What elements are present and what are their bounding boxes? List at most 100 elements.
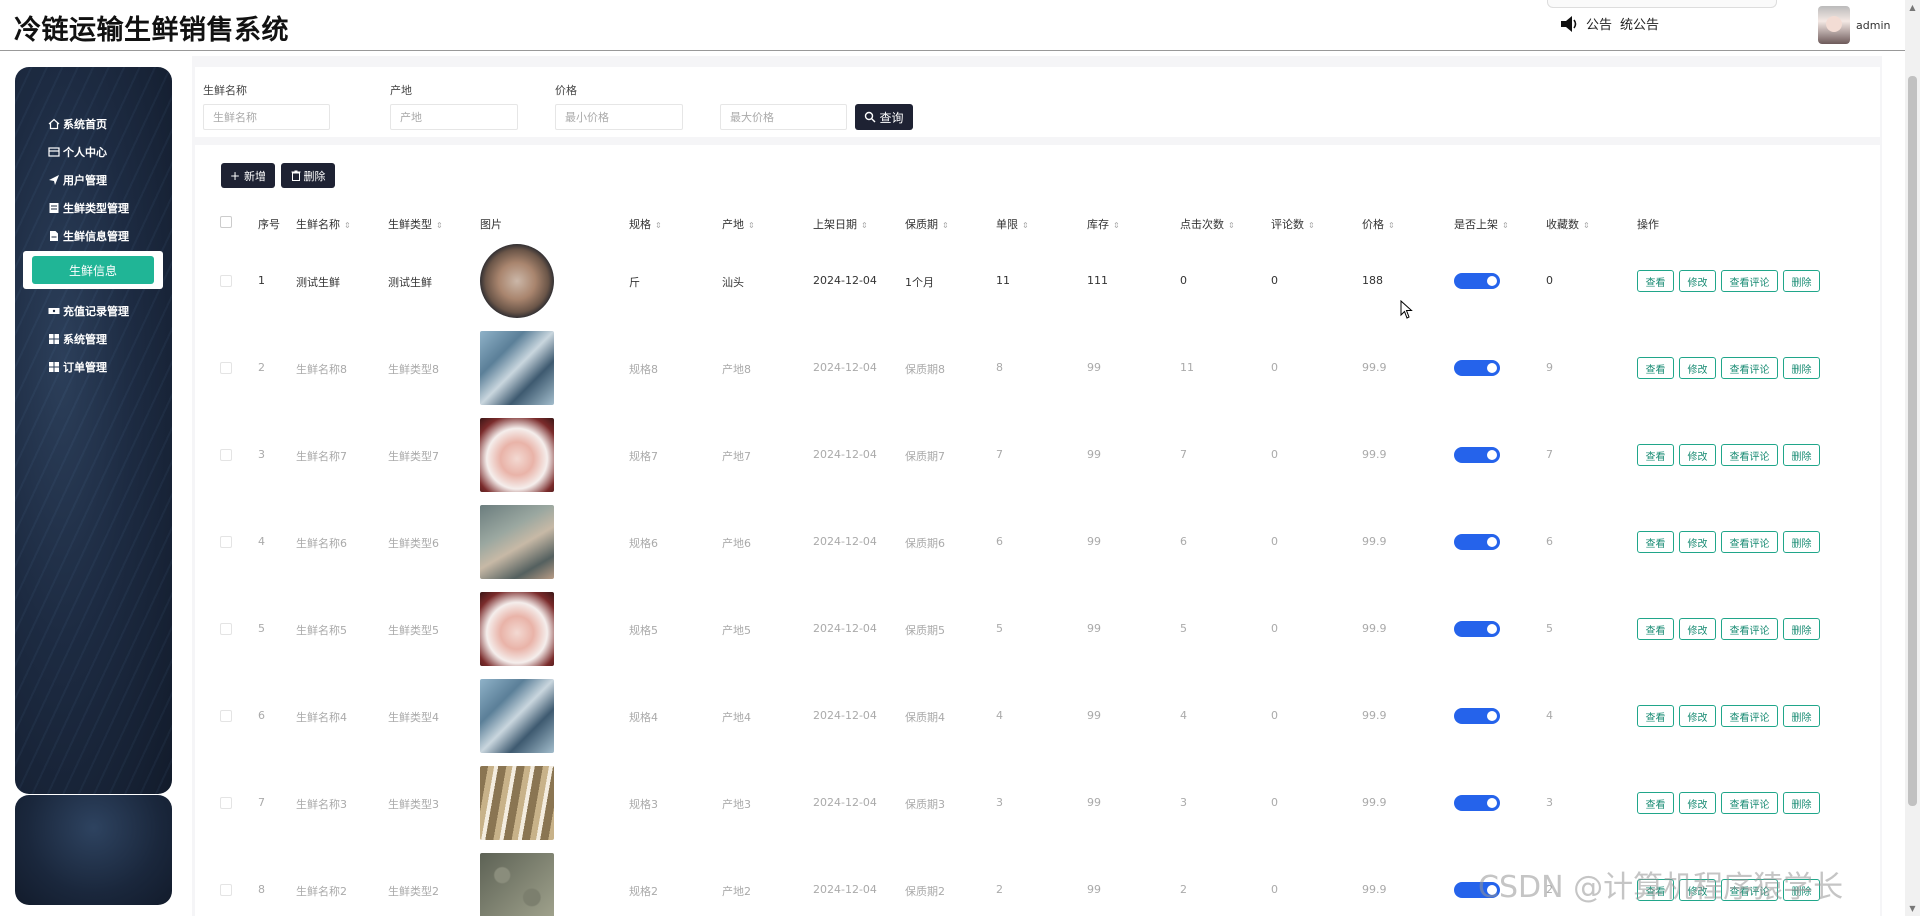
notice-area[interactable]: 公告 统公告: [1560, 14, 1659, 33]
view-button[interactable]: 查看: [1637, 444, 1674, 466]
scroll-down-icon[interactable]: ▼: [1905, 901, 1920, 916]
scrollbar-thumb[interactable]: [1908, 76, 1917, 806]
delete-row-button[interactable]: 删除: [1783, 792, 1820, 814]
view-comments-button[interactable]: 查看评论: [1721, 705, 1778, 727]
edit-button[interactable]: 修改: [1679, 705, 1716, 727]
column-header[interactable]: 单限 ⇕: [996, 216, 1029, 232]
sort-icon[interactable]: ⇕: [942, 221, 949, 230]
sort-icon[interactable]: ⇕: [748, 221, 755, 230]
column-header[interactable]: 生鲜类型 ⇕: [388, 216, 443, 232]
column-header[interactable]: 是否上架 ⇕: [1454, 216, 1509, 232]
row-checkbox[interactable]: [220, 362, 232, 374]
sidebar-menu: 系统首页 个人中心 用户管理 生鲜类型管理 生鲜信息管理: [30, 110, 170, 250]
shelf-life: 保质期3: [905, 798, 945, 811]
view-comments-button[interactable]: 查看评论: [1721, 270, 1778, 292]
user-menu[interactable]: admin: [1818, 6, 1890, 44]
sidebar-item-users[interactable]: 用户管理: [30, 166, 170, 194]
add-button[interactable]: + 新增: [221, 163, 275, 188]
edit-button[interactable]: 修改: [1679, 531, 1716, 553]
name-filter-input[interactable]: 生鲜名称: [203, 104, 330, 130]
avatar[interactable]: [1818, 6, 1850, 44]
edit-button[interactable]: 修改: [1679, 444, 1716, 466]
column-header[interactable]: 规格 ⇕: [629, 216, 662, 232]
sidebar-item-label: 订单管理: [63, 361, 107, 374]
view-button[interactable]: 查看: [1637, 357, 1674, 379]
row-checkbox[interactable]: [220, 797, 232, 809]
sidebar-item-fresh-info-manage[interactable]: 生鲜信息管理: [30, 222, 170, 250]
scroll-up-icon[interactable]: ▲: [1905, 0, 1920, 15]
sidebar-item-recharge[interactable]: 充值记录管理: [30, 297, 170, 325]
stock: 99: [1087, 796, 1101, 809]
select-all-checkbox[interactable]: [220, 216, 232, 228]
column-header[interactable]: 评论数 ⇕: [1271, 216, 1315, 232]
sort-icon[interactable]: ⇕: [1228, 221, 1235, 230]
view-comments-button[interactable]: 查看评论: [1721, 444, 1778, 466]
listed-toggle[interactable]: [1454, 708, 1500, 724]
column-header[interactable]: 库存 ⇕: [1087, 216, 1120, 232]
row-checkbox[interactable]: [220, 275, 232, 287]
sidebar-item-home[interactable]: 系统首页: [30, 110, 170, 138]
page-scrollbar[interactable]: ▲ ▼: [1905, 0, 1920, 916]
sort-icon[interactable]: ⇕: [1388, 221, 1395, 230]
delete-row-button[interactable]: 删除: [1783, 705, 1820, 727]
view-button[interactable]: 查看: [1637, 792, 1674, 814]
min-price-input[interactable]: 最小价格: [555, 104, 683, 130]
edit-button[interactable]: 修改: [1679, 270, 1716, 292]
view-button[interactable]: 查看: [1637, 270, 1674, 292]
listed-toggle[interactable]: [1454, 795, 1500, 811]
row-checkbox[interactable]: [220, 623, 232, 635]
sort-icon[interactable]: ⇕: [344, 221, 351, 230]
sidebar-item-profile[interactable]: 个人中心: [30, 138, 170, 166]
view-button[interactable]: 查看: [1637, 705, 1674, 727]
row-checkbox[interactable]: [220, 710, 232, 722]
view-button[interactable]: 查看: [1637, 531, 1674, 553]
sidebar-item-fresh-type[interactable]: 生鲜类型管理: [30, 194, 170, 222]
delete-row-button[interactable]: 删除: [1783, 531, 1820, 553]
sidebar-item-fresh-info[interactable]: 生鲜信息: [23, 251, 163, 289]
search-button[interactable]: 查询: [855, 104, 913, 130]
view-comments-button[interactable]: 查看评论: [1721, 357, 1778, 379]
column-header[interactable]: 生鲜名称 ⇕: [296, 216, 351, 232]
column-header[interactable]: 价格 ⇕: [1362, 216, 1395, 232]
column-header[interactable]: 保质期 ⇕: [905, 216, 949, 232]
sort-icon[interactable]: ⇕: [1502, 221, 1509, 230]
column-header[interactable]: 产地 ⇕: [722, 216, 755, 232]
view-button[interactable]: 查看: [1637, 618, 1674, 640]
sort-icon[interactable]: ⇕: [1583, 221, 1590, 230]
row-index: 3: [258, 448, 265, 461]
listed-toggle[interactable]: [1454, 534, 1500, 550]
sort-icon[interactable]: ⇕: [436, 221, 443, 230]
edit-button[interactable]: 修改: [1679, 792, 1716, 814]
notice-text[interactable]: 统公告: [1620, 14, 1659, 33]
view-comments-button[interactable]: 查看评论: [1721, 792, 1778, 814]
row-checkbox[interactable]: [220, 536, 232, 548]
delete-row-button[interactable]: 删除: [1783, 357, 1820, 379]
origin-filter-input[interactable]: 产地: [390, 104, 518, 130]
sort-icon[interactable]: ⇕: [1308, 221, 1315, 230]
edit-button[interactable]: 修改: [1679, 618, 1716, 640]
delete-row-button[interactable]: 删除: [1783, 618, 1820, 640]
sort-icon[interactable]: ⇕: [861, 221, 868, 230]
listed-toggle[interactable]: [1454, 360, 1500, 376]
listed-toggle[interactable]: [1454, 447, 1500, 463]
row-checkbox[interactable]: [220, 884, 232, 896]
column-header[interactable]: 上架日期 ⇕: [813, 216, 868, 232]
sort-icon[interactable]: ⇕: [1022, 221, 1029, 230]
max-price-input[interactable]: 最大价格: [720, 104, 847, 130]
trash-icon: [291, 170, 300, 181]
sidebar-item-orders[interactable]: 订单管理: [30, 353, 170, 381]
listed-toggle[interactable]: [1454, 273, 1500, 289]
view-comments-button[interactable]: 查看评论: [1721, 531, 1778, 553]
delete-row-button[interactable]: 删除: [1783, 444, 1820, 466]
row-checkbox[interactable]: [220, 449, 232, 461]
delete-button[interactable]: 删除: [281, 163, 335, 188]
column-header[interactable]: 收藏数 ⇕: [1546, 216, 1590, 232]
delete-row-button[interactable]: 删除: [1783, 270, 1820, 292]
column-header[interactable]: 点击次数 ⇕: [1180, 216, 1235, 232]
view-comments-button[interactable]: 查看评论: [1721, 618, 1778, 640]
edit-button[interactable]: 修改: [1679, 357, 1716, 379]
listed-toggle[interactable]: [1454, 621, 1500, 637]
sidebar-item-system[interactable]: 系统管理: [30, 325, 170, 353]
sort-icon[interactable]: ⇕: [655, 221, 662, 230]
sort-icon[interactable]: ⇕: [1113, 221, 1120, 230]
